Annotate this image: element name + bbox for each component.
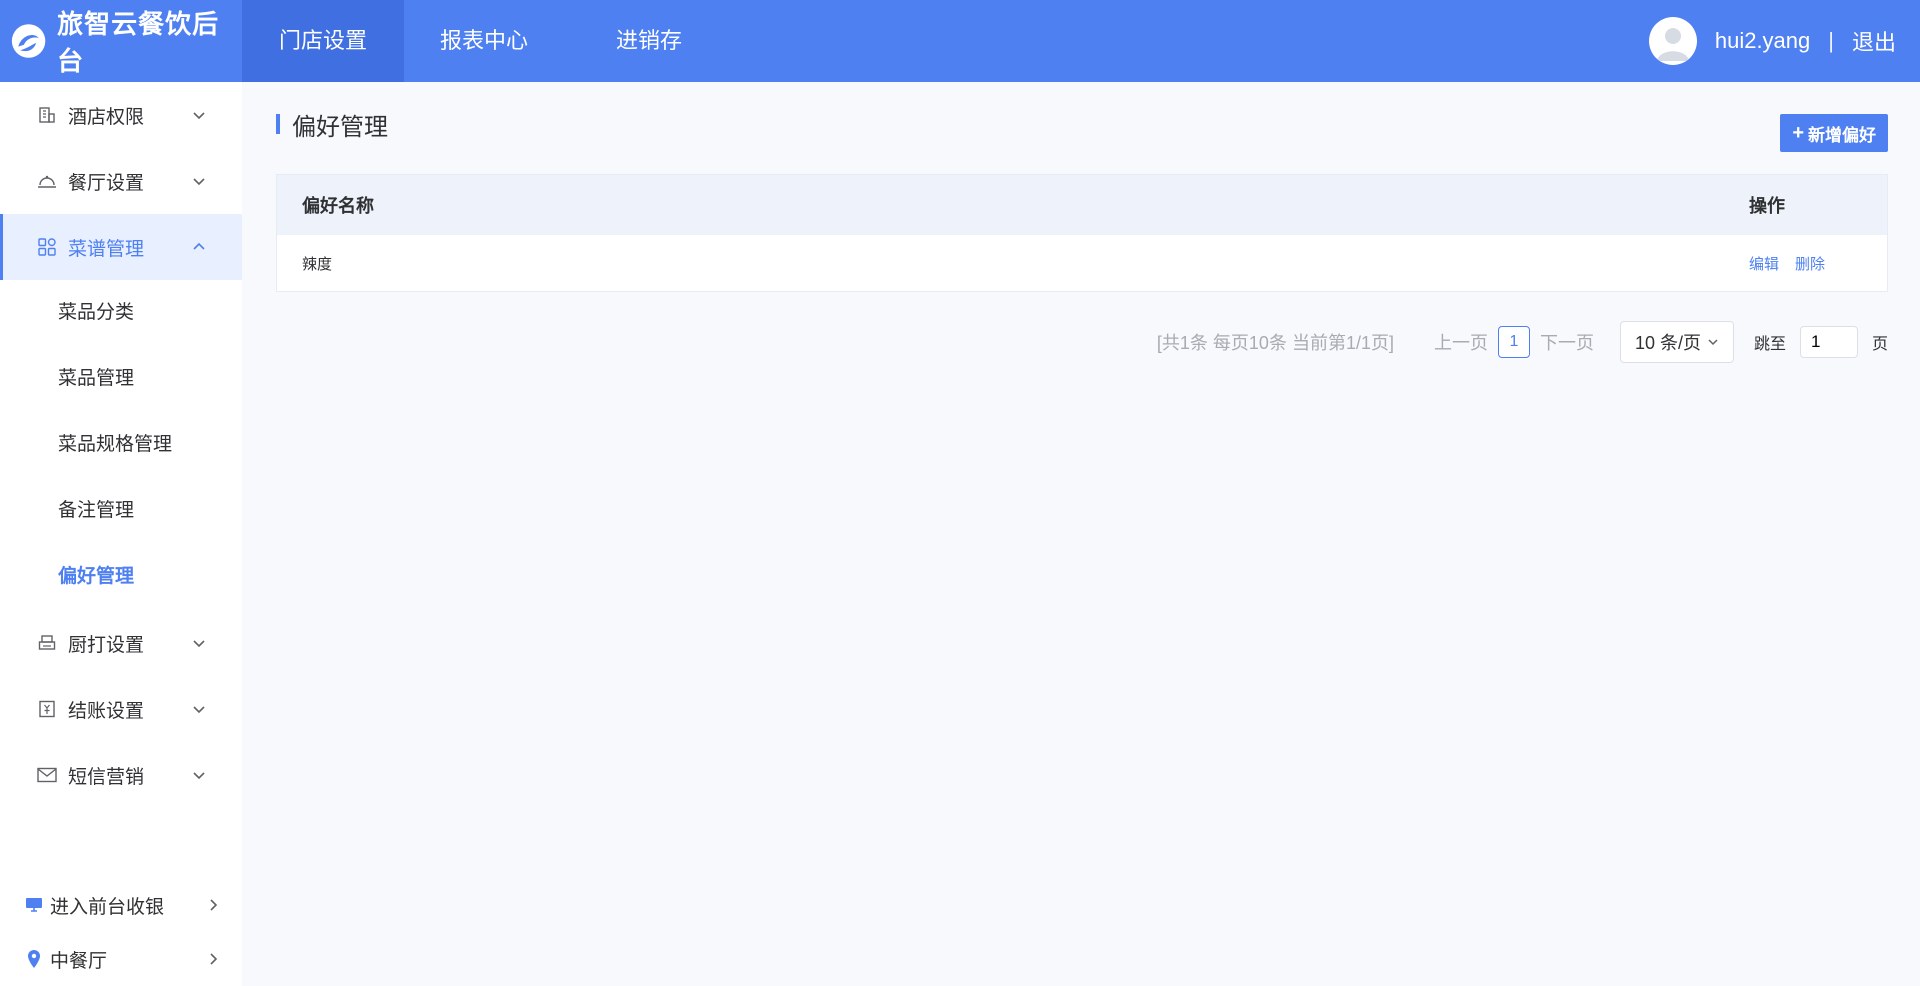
- delete-link[interactable]: 删除: [1795, 253, 1825, 274]
- sidebar-subitem-preferences[interactable]: 偏好管理: [0, 544, 242, 610]
- sidebar-item-label: 厨打设置: [68, 634, 145, 656]
- username: hui2.yang: [1714, 28, 1811, 53]
- plus-icon: +: [1792, 122, 1804, 144]
- nav-report-center[interactable]: 报表中心: [404, 0, 564, 82]
- sidebar: 酒店权限 餐厅设置 菜谱管理 菜品分类 菜品管理 菜品规格管理 备注管理 偏好管…: [0, 82, 242, 986]
- user-avatar-icon: [1656, 28, 1689, 61]
- monitor-icon: [24, 895, 44, 915]
- preference-name-cell: 辣度: [302, 255, 333, 273]
- enter-pos-label: 进入前台收银: [50, 896, 165, 918]
- main-content: 偏好管理 + 新增偏好 偏好名称 操作 辣度 编辑 删除 [共1条 每页10条 …: [242, 82, 1920, 986]
- sidebar-item-kitchen-print[interactable]: 厨打设置: [0, 610, 242, 676]
- cloche-icon: [36, 170, 58, 192]
- sidebar-item-hotel-permissions[interactable]: 酒店权限: [0, 82, 242, 148]
- printer-icon: [36, 632, 58, 654]
- preference-table: 偏好名称 操作 辣度 编辑 删除: [276, 174, 1888, 292]
- cashier-icon: [36, 698, 58, 720]
- sidebar-item-label: 餐厅设置: [68, 172, 145, 194]
- mail-icon: [36, 764, 58, 786]
- grid-icon: [36, 236, 58, 258]
- table-row: 辣度 编辑 删除: [277, 235, 1887, 291]
- sidebar-subitem-dish-category[interactable]: 菜品分类: [0, 280, 242, 346]
- top-nav: 门店设置 报表中心 进销存: [242, 0, 734, 82]
- jump-page-input[interactable]: [1799, 326, 1858, 358]
- sidebar-subitem-dish-spec[interactable]: 菜品规格管理: [0, 412, 242, 478]
- prev-page-button[interactable]: 上一页: [1434, 329, 1488, 355]
- page-size-value: 10 条/页: [1634, 333, 1701, 353]
- building-icon: [36, 104, 58, 126]
- col-preference-name: 偏好名称: [302, 196, 374, 216]
- user-area: hui2.yang | 退出: [1648, 0, 1896, 82]
- logout-link[interactable]: 退出: [1852, 25, 1896, 57]
- edit-link[interactable]: 编辑: [1749, 253, 1779, 274]
- table-header: 偏好名称 操作: [277, 175, 1887, 235]
- page-title: 偏好管理: [276, 110, 388, 141]
- nav-store-settings[interactable]: 门店设置: [242, 0, 404, 82]
- chevron-down-icon: [193, 640, 205, 648]
- add-preference-label: 新增偏好: [1808, 125, 1876, 145]
- chevron-right-icon: [210, 953, 218, 965]
- sidebar-item-menu-management[interactable]: 菜谱管理: [0, 214, 242, 280]
- chevron-down-icon: [1708, 339, 1718, 346]
- user-separator: |: [1828, 28, 1834, 53]
- submenu-menu-management: 菜品分类 菜品管理 菜品规格管理 备注管理 偏好管理: [0, 280, 242, 610]
- chevron-down-icon: [193, 112, 205, 120]
- nav-inventory[interactable]: 进销存: [564, 0, 734, 82]
- add-preference-button[interactable]: + 新增偏好: [1780, 114, 1888, 152]
- enter-pos-cashier[interactable]: 进入前台收银: [0, 878, 242, 932]
- sidebar-bottom: 进入前台收银 中餐厅: [0, 878, 242, 986]
- current-restaurant[interactable]: 中餐厅: [0, 932, 242, 986]
- jump-label: 跳至: [1753, 336, 1786, 353]
- col-actions: 操作: [1749, 196, 1785, 216]
- chevron-down-icon: [193, 772, 205, 780]
- jump-page-unit: 页: [1871, 336, 1888, 353]
- chevron-right-icon: [210, 899, 218, 911]
- sidebar-subitem-remarks[interactable]: 备注管理: [0, 478, 242, 544]
- sidebar-item-label: 酒店权限: [68, 106, 145, 128]
- location-pin-icon: [24, 949, 44, 969]
- app-title: 旅智云餐饮后台: [57, 9, 220, 76]
- pagination-info: [共1条 每页10条 当前第1/1页]: [1156, 333, 1394, 353]
- sidebar-item-sms-marketing[interactable]: 短信营销: [0, 742, 242, 808]
- next-page-button[interactable]: 下一页: [1540, 329, 1594, 355]
- current-restaurant-label: 中餐厅: [50, 950, 108, 972]
- sidebar-item-checkout-settings[interactable]: 结账设置: [0, 676, 242, 742]
- sidebar-subitem-dish-management[interactable]: 菜品管理: [0, 346, 242, 412]
- page-title-text: 偏好管理: [292, 113, 388, 141]
- sidebar-menu: 酒店权限 餐厅设置 菜谱管理 菜品分类 菜品管理 菜品规格管理 备注管理 偏好管…: [0, 82, 242, 808]
- page-size-select[interactable]: 10 条/页: [1619, 321, 1734, 363]
- sidebar-item-label: 菜谱管理: [68, 238, 145, 260]
- chevron-down-icon: [193, 178, 205, 186]
- logo-icon: [11, 24, 46, 58]
- page-number-current[interactable]: 1: [1497, 326, 1530, 358]
- brand[interactable]: 旅智云餐饮后台: [0, 0, 242, 82]
- chevron-down-icon: [193, 706, 205, 714]
- actions-cell: 编辑 删除: [1749, 253, 1887, 274]
- sidebar-item-restaurant-settings[interactable]: 餐厅设置: [0, 148, 242, 214]
- sidebar-item-label: 短信营销: [68, 766, 145, 788]
- chevron-up-icon: [193, 242, 205, 250]
- title-accent-bar: [276, 114, 280, 134]
- top-bar: 旅智云餐饮后台 门店设置 报表中心 进销存 hui2.yang | 退出: [0, 0, 1920, 82]
- pagination: [共1条 每页10条 当前第1/1页] 上一页 1 下一页 10 条/页 跳至 …: [1156, 321, 1888, 363]
- sidebar-item-label: 结账设置: [68, 700, 145, 722]
- avatar[interactable]: [1648, 17, 1697, 65]
